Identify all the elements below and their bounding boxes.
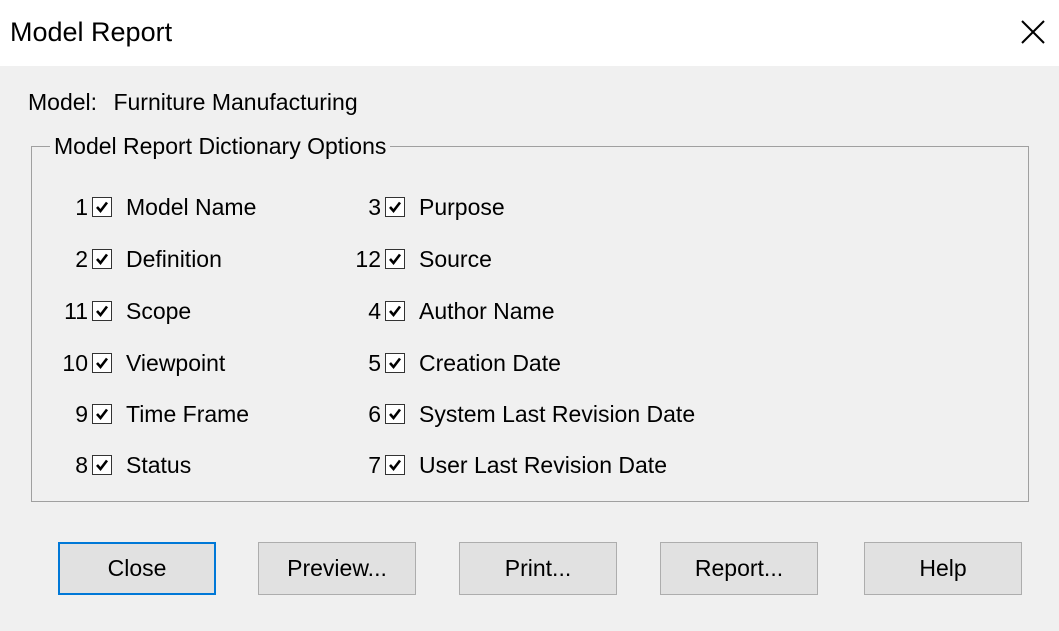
preview-button[interactable]: Preview... bbox=[258, 542, 416, 595]
checkmark-icon bbox=[389, 408, 402, 421]
option-label: Scope bbox=[126, 298, 192, 324]
option-scope[interactable]: 11 Scope bbox=[44, 296, 191, 326]
report-button[interactable]: Report... bbox=[660, 542, 818, 595]
checkbox[interactable] bbox=[385, 301, 405, 321]
checkmark-icon bbox=[96, 459, 109, 472]
option-label: Definition bbox=[126, 246, 222, 272]
dialog-body: Model: Furniture Manufacturing Model Rep… bbox=[0, 66, 1059, 631]
option-label: Author Name bbox=[419, 298, 555, 324]
option-purpose[interactable]: 3 Purpose bbox=[337, 192, 505, 222]
dictionary-options-group: Model Report Dictionary Options 1 Model … bbox=[31, 131, 1029, 502]
option-system-last-revision-date[interactable]: 6 System Last Revision Date bbox=[337, 399, 695, 429]
option-number: 4 bbox=[368, 298, 381, 324]
checkbox[interactable] bbox=[385, 353, 405, 373]
option-user-last-revision-date[interactable]: 7 User Last Revision Date bbox=[337, 450, 667, 480]
option-number: 8 bbox=[75, 452, 88, 478]
option-label: System Last Revision Date bbox=[419, 401, 696, 427]
option-label: Source bbox=[419, 246, 492, 272]
option-source[interactable]: 12 Source bbox=[337, 244, 492, 274]
checkbox[interactable] bbox=[92, 249, 112, 269]
print-button[interactable]: Print... bbox=[459, 542, 617, 595]
option-number: 12 bbox=[355, 246, 381, 272]
option-number: 6 bbox=[368, 401, 381, 427]
option-number: 9 bbox=[75, 401, 88, 427]
checkmark-icon bbox=[96, 201, 109, 214]
option-number: 11 bbox=[64, 298, 88, 324]
model-label: Model: bbox=[28, 89, 98, 115]
group-title: Model Report Dictionary Options bbox=[50, 131, 391, 161]
option-status[interactable]: 8 Status bbox=[44, 450, 191, 480]
checkmark-icon bbox=[389, 253, 402, 266]
option-time-frame[interactable]: 9 Time Frame bbox=[44, 399, 249, 429]
option-label: Purpose bbox=[419, 194, 505, 220]
checkbox[interactable] bbox=[385, 455, 405, 475]
checkbox[interactable] bbox=[385, 404, 405, 424]
checkbox[interactable] bbox=[92, 301, 112, 321]
checkbox[interactable] bbox=[92, 197, 112, 217]
option-label: Creation Date bbox=[419, 350, 561, 376]
checkbox[interactable] bbox=[92, 353, 112, 373]
title-bar: Model Report bbox=[0, 0, 1059, 66]
option-number: 1 bbox=[75, 194, 88, 220]
option-number: 5 bbox=[368, 350, 381, 376]
option-number: 10 bbox=[62, 350, 88, 376]
checkbox[interactable] bbox=[92, 455, 112, 475]
option-label: Viewpoint bbox=[126, 350, 226, 376]
checkbox[interactable] bbox=[385, 197, 405, 217]
checkmark-icon bbox=[96, 357, 109, 370]
checkmark-icon bbox=[96, 253, 109, 266]
checkmark-icon bbox=[389, 305, 402, 318]
help-button[interactable]: Help bbox=[864, 542, 1022, 595]
option-author-name[interactable]: 4 Author Name bbox=[337, 296, 555, 326]
checkmark-icon bbox=[389, 459, 402, 472]
option-definition[interactable]: 2 Definition bbox=[44, 244, 222, 274]
option-number: 7 bbox=[368, 452, 381, 478]
close-button[interactable]: Close bbox=[58, 542, 216, 595]
close-icon[interactable] bbox=[1019, 18, 1047, 46]
option-number: 2 bbox=[75, 246, 88, 272]
checkmark-icon bbox=[96, 305, 109, 318]
option-label: User Last Revision Date bbox=[419, 452, 667, 478]
model-line: Model: Furniture Manufacturing bbox=[28, 88, 358, 116]
checkmark-icon bbox=[96, 408, 109, 421]
option-label: Model Name bbox=[126, 194, 257, 220]
model-name: Furniture Manufacturing bbox=[113, 89, 358, 115]
option-viewpoint[interactable]: 10 Viewpoint bbox=[44, 348, 225, 378]
option-label: Status bbox=[126, 452, 192, 478]
checkbox[interactable] bbox=[385, 249, 405, 269]
window-title: Model Report bbox=[10, 17, 173, 47]
option-creation-date[interactable]: 5 Creation Date bbox=[337, 348, 561, 378]
checkbox[interactable] bbox=[92, 404, 112, 424]
option-model-name[interactable]: 1 Model Name bbox=[44, 192, 256, 222]
checkmark-icon bbox=[389, 201, 402, 214]
option-number: 3 bbox=[368, 194, 381, 220]
checkmark-icon bbox=[389, 357, 402, 370]
option-label: Time Frame bbox=[126, 401, 250, 427]
